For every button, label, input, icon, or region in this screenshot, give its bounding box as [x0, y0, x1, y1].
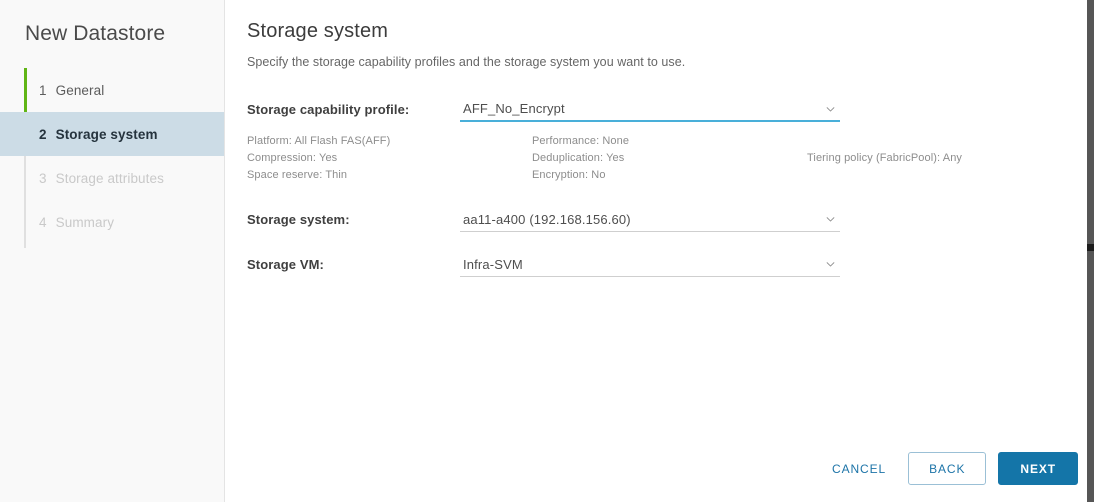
back-button[interactable]: BACK: [908, 452, 987, 485]
sidebar-step-storage-attributes: 3 Storage attributes: [0, 156, 224, 200]
step-number: 4: [39, 214, 47, 230]
scrollbar-grip[interactable]: [1087, 244, 1094, 251]
profile-deduplication: Deduplication: Yes: [532, 152, 625, 164]
storage-vm-select[interactable]: Infra-SVM: [460, 252, 840, 277]
form-spacer: [247, 232, 1094, 252]
storage-capability-profile-select[interactable]: AFF_No_Encrypt: [460, 97, 840, 122]
cancel-button[interactable]: CANCEL: [816, 454, 902, 484]
profile-space-reserve: Space reserve: Thin: [247, 169, 348, 181]
capability-profile-details: Platform: All Flash FAS(AFF) Compression…: [247, 122, 1094, 184]
storage-system-label: Storage system:: [247, 212, 350, 227]
vertical-scrollbar[interactable]: [1087, 0, 1094, 502]
storage-system-select[interactable]: aa11-a400 (192.168.156.60): [460, 207, 840, 232]
storage-capability-profile-label: Storage capability profile:: [247, 102, 410, 117]
new-datastore-wizard: New Datastore 1 General 2 Storage system…: [0, 0, 1094, 502]
chevron-down-icon: [825, 214, 836, 225]
step-label: General: [55, 82, 105, 98]
profile-performance: Performance: None: [532, 135, 630, 147]
wizard-title: New Datastore: [25, 22, 166, 45]
profile-tiering-policy: Tiering policy (FabricPool): Any: [807, 152, 963, 164]
wizard-content: Storage system Specify the storage capab…: [225, 0, 1094, 502]
profile-details-column-middle: Performance: None Deduplication: Yes Enc…: [532, 133, 807, 184]
page-title: Storage system: [247, 20, 389, 42]
storage-vm-value: Infra-SVM: [463, 256, 523, 272]
profile-details-column-left: Platform: All Flash FAS(AFF) Compression…: [247, 133, 532, 184]
sidebar-step-general[interactable]: 1 General: [0, 68, 224, 112]
profile-details-column-right: Tiering policy (FabricPool): Any: [807, 133, 1094, 184]
profile-encryption: Encryption: No: [532, 169, 606, 181]
next-button[interactable]: NEXT: [998, 452, 1078, 485]
sidebar-step-summary: 4 Summary: [0, 200, 224, 244]
step-number: 3: [39, 170, 47, 186]
step-label: Summary: [55, 214, 115, 230]
step-number: 1: [39, 82, 47, 98]
field-storage-system: Storage system: aa11-a400 (192.168.156.6…: [247, 207, 1094, 232]
wizard-footer: CANCEL BACK NEXT: [816, 452, 1078, 485]
step-label: Storage system: [55, 126, 158, 142]
storage-system-form: Storage capability profile: AFF_No_Encry…: [225, 69, 1094, 277]
step-number: 2: [39, 126, 47, 142]
sidebar-step-storage-system[interactable]: 2 Storage system: [0, 112, 224, 156]
profile-compression: Compression: Yes: [247, 152, 338, 164]
storage-vm-label: Storage VM:: [247, 257, 324, 272]
step-label: Storage attributes: [55, 170, 164, 186]
wizard-step-list: 1 General 2 Storage system 3 Storage att…: [0, 68, 224, 248]
field-storage-vm: Storage VM: Infra-SVM: [247, 252, 1094, 277]
field-storage-capability-profile: Storage capability profile: AFF_No_Encry…: [247, 97, 1094, 122]
profile-platform: Platform: All Flash FAS(AFF): [247, 135, 391, 147]
wizard-sidebar: New Datastore 1 General 2 Storage system…: [0, 0, 225, 502]
chevron-down-icon: [825, 103, 836, 114]
form-spacer: [247, 184, 1094, 207]
storage-capability-profile-value: AFF_No_Encrypt: [463, 101, 565, 116]
page-subtitle: Specify the storage capability profiles …: [247, 55, 686, 69]
chevron-down-icon: [825, 259, 836, 270]
storage-system-value: aa11-a400 (192.168.156.60): [463, 211, 631, 227]
